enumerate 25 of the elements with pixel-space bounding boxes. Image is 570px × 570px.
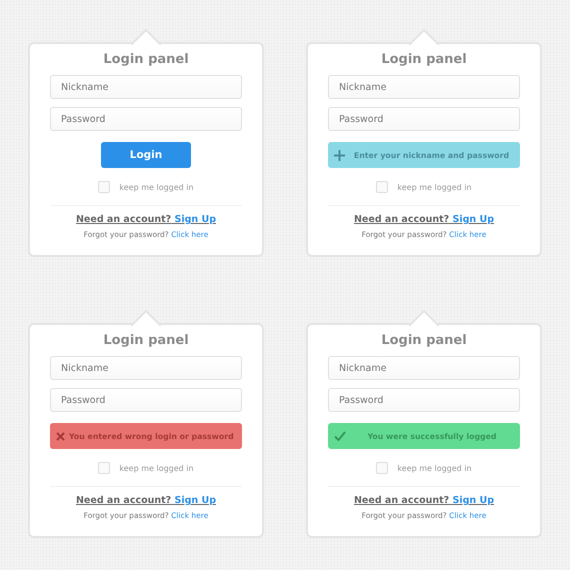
text-field[interactable]: Password [328, 107, 520, 131]
signup-link[interactable]: Sign Up [452, 214, 494, 225]
panel-title: Login panel [381, 333, 467, 348]
panel-title: Login panel [103, 52, 189, 67]
signup-link[interactable]: Sign Up [452, 495, 494, 506]
panel-title: Login panel [381, 52, 467, 67]
checkbox-label: keep me logged in [397, 464, 472, 472]
panel-title: Login panel [103, 333, 189, 348]
text-field[interactable]: Password [328, 388, 520, 412]
login-button[interactable]: Login [101, 142, 191, 168]
text-field[interactable]: Nickname [50, 356, 242, 380]
signup-prompt: Need an account? Sign Up [354, 214, 494, 225]
checkbox-label: keep me logged in [119, 182, 194, 192]
checkbox-label: keep me logged in [397, 182, 472, 192]
text-field[interactable]: Nickname [328, 356, 520, 380]
signup-prompt: Need an account? Sign Up [76, 495, 216, 506]
checkbox-label: keep me logged in [119, 464, 194, 472]
text-field[interactable]: Nickname [328, 75, 520, 99]
text-field[interactable]: Password [50, 388, 242, 412]
signup-prompt: Need an account? Sign Up [354, 495, 494, 506]
text-field[interactable]: Nickname [50, 75, 242, 99]
signup-prompt: Need an account? Sign Up [76, 214, 216, 225]
signup-link[interactable]: Sign Up [174, 495, 216, 506]
text-field[interactable]: Password [50, 107, 242, 131]
signup-link[interactable]: Sign Up [174, 214, 216, 225]
